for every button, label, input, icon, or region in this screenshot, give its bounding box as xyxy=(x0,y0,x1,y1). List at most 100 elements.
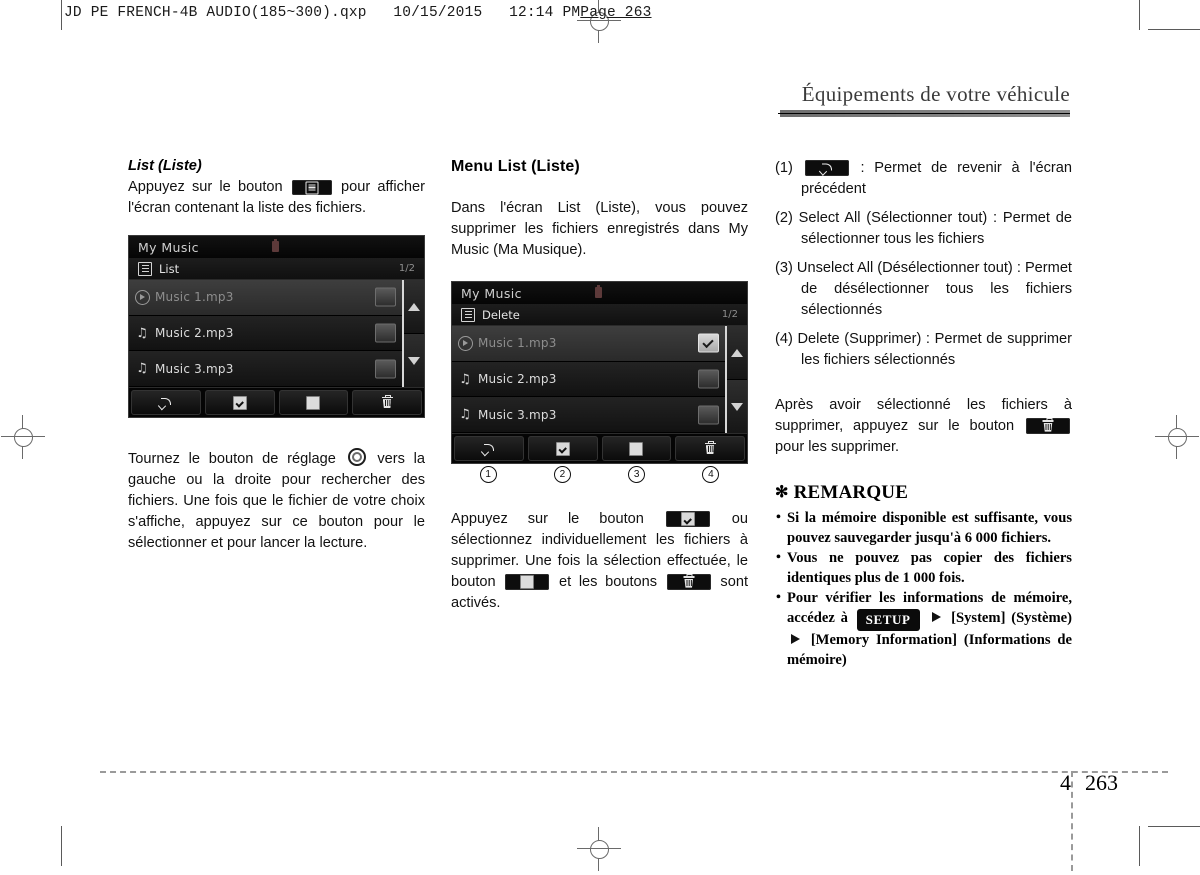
screenshot-delete-body: Music 1.mp3 ♫ Music 2.mp3 ♫ Music 3.mp3 xyxy=(452,326,747,434)
screenshot-delete-subbar: Delete 1/2 xyxy=(452,304,747,326)
list-item[interactable]: ♫ Music 3.mp3 xyxy=(452,397,725,434)
select-all-icon xyxy=(555,441,570,456)
select-all-button[interactable] xyxy=(527,436,598,461)
screenshot-delete-subtitle: Delete xyxy=(482,307,520,322)
col1-heading: List (Liste) xyxy=(128,158,202,174)
row-checkbox[interactable] xyxy=(698,405,719,425)
screenshot-delete-title: My Music xyxy=(461,285,522,301)
play-icon xyxy=(129,289,155,305)
row-checkbox[interactable] xyxy=(375,287,396,307)
rotary-knob-icon xyxy=(347,448,366,466)
unselect-all-button[interactable] xyxy=(278,390,349,415)
back-button[interactable] xyxy=(454,436,524,461)
col3-item-4-text: Delete (Supprimer) : Permet de supprimer… xyxy=(797,331,1072,368)
unselect-all-icon xyxy=(306,395,321,410)
col2-heading: Menu List (Liste) xyxy=(451,158,580,175)
arrow-down-icon xyxy=(731,402,743,411)
row-checkbox[interactable] xyxy=(375,323,396,343)
list-item[interactable]: Music 1.mp3 xyxy=(129,280,402,316)
usb-icon xyxy=(272,239,279,252)
screenshot-list-subtitle: List xyxy=(159,261,180,276)
row-checkbox-checked[interactable] xyxy=(698,333,719,353)
arrow-right-icon xyxy=(791,634,800,644)
col2-para2-text-a: Appuyez sur le bouton xyxy=(451,511,644,527)
running-head: Équipements de votre véhicule xyxy=(780,82,1070,117)
delete-button-icon xyxy=(666,574,711,590)
screenshot-delete-page-indicator: 1/2 xyxy=(721,309,738,320)
list-button-icon xyxy=(291,180,332,195)
back-button[interactable] xyxy=(131,390,201,415)
scrollbar[interactable] xyxy=(402,280,424,387)
screenshot-list-page-indicator: 1/2 xyxy=(398,263,415,274)
scroll-down-button[interactable] xyxy=(727,380,747,433)
col3-item-2: (2) Select All (Sélectionner tout) : Per… xyxy=(775,208,1072,250)
col1-paragraph-2: Tournez le bouton de réglage vers la gau… xyxy=(128,448,425,554)
arrow-up-icon xyxy=(408,302,420,311)
remark3-text-c: [Memory Information] (Informations de mé… xyxy=(787,632,1072,668)
unselect-all-button-icon xyxy=(505,574,550,590)
play-icon xyxy=(452,335,478,351)
back-button-icon xyxy=(804,160,849,176)
callout-2: 2 xyxy=(553,466,571,483)
crop-mark-bottom-right-v xyxy=(1139,826,1140,866)
delete-button[interactable] xyxy=(352,390,422,415)
asterisk-icon: ✻ xyxy=(775,484,789,501)
delete-icon xyxy=(381,394,393,409)
list-item[interactable]: Music 1.mp3 xyxy=(452,326,725,362)
list-item[interactable]: ♫ Music 3.mp3 xyxy=(129,351,402,388)
remark-item-setup: Pour vérifier les informations de mémoir… xyxy=(775,588,1072,670)
select-all-icon xyxy=(232,395,247,410)
column-right: (1) : Permet de revenir à l'écran précéd… xyxy=(775,158,1072,671)
registration-mark-bottom xyxy=(577,827,621,871)
col2-paragraph-2: Appuyez sur le bouton ou sélectionnez in… xyxy=(451,509,748,614)
list-icon xyxy=(138,261,152,276)
delete-button[interactable] xyxy=(675,436,745,461)
col3-paragraph: Après avoir sélectionné les fichiers à s… xyxy=(775,395,1072,458)
registration-mark-left xyxy=(1,415,45,459)
col1-para1-text-a: Appuyez sur le bouton xyxy=(128,179,283,195)
scroll-up-button[interactable] xyxy=(727,326,747,380)
screenshot-delete-buttonbar xyxy=(452,433,747,463)
unselect-all-button[interactable] xyxy=(601,436,672,461)
col2-paragraph-1: Dans l'écran List (Liste), vous pouvez s… xyxy=(451,200,748,258)
footer-divider xyxy=(100,771,1168,773)
remark-item: Si la mémoire disponible est suffisante,… xyxy=(775,508,1072,548)
screenshot-delete-rows: Music 1.mp3 ♫ Music 2.mp3 ♫ Music 3.mp3 xyxy=(452,326,725,434)
crop-mark-top-right-h xyxy=(1148,29,1200,30)
list-item-label: Music 2.mp3 xyxy=(478,372,557,386)
scroll-down-button[interactable] xyxy=(404,334,424,387)
imprint-page-label: Page 263 xyxy=(580,5,652,21)
screenshot-list-body: Music 1.mp3 ♫ Music 2.mp3 ♫ Music 3.mp3 xyxy=(129,280,424,388)
music-note-icon: ♫ xyxy=(459,371,471,387)
running-head-title: Équipements de votre véhicule xyxy=(801,82,1070,106)
row-checkbox[interactable] xyxy=(698,369,719,389)
unselect-all-icon xyxy=(629,441,644,456)
column-middle: Menu List (Liste) Dans l'écran List (Lis… xyxy=(451,158,748,614)
column-left: List (Liste) Appuyez sur le bouton pour … xyxy=(128,158,425,554)
screenshot-list-buttonbar xyxy=(129,387,424,417)
list-item-label: Music 1.mp3 xyxy=(155,290,234,305)
chapter-number: 4 xyxy=(1060,770,1071,795)
list-item[interactable]: ♫ Music 2.mp3 xyxy=(129,315,402,352)
select-all-button-icon xyxy=(665,511,710,527)
screenshot-list-titlebar: My Music xyxy=(129,236,424,258)
setup-button-icon: SETUP xyxy=(856,608,920,631)
scrollbar[interactable] xyxy=(725,326,747,433)
back-icon xyxy=(482,443,496,454)
arrow-up-icon xyxy=(731,348,743,357)
col3-item-4: (4) Delete (Supprimer) : Permet de suppr… xyxy=(775,329,1072,371)
list-item-label: Music 2.mp3 xyxy=(155,326,234,340)
col1-paragraph-1: Appuyez sur le bouton pour afficher l'éc… xyxy=(128,177,425,219)
music-note-icon: ♫ xyxy=(136,325,148,341)
crop-mark-bottom-right-h xyxy=(1148,826,1200,827)
col3-item-3: (3) Unselect All (Désélectionner tout) :… xyxy=(775,258,1072,321)
page-number-value: 263 xyxy=(1085,770,1118,795)
select-all-button[interactable] xyxy=(204,390,275,415)
screenshot-list-subbar: List 1/2 xyxy=(129,258,424,280)
screenshot-list: My Music List 1/2 Music 1.mp3 ♫ Music 2.… xyxy=(128,235,425,418)
crop-mark-top-right-v xyxy=(1139,0,1140,30)
row-checkbox[interactable] xyxy=(375,359,396,379)
scroll-up-button[interactable] xyxy=(404,280,424,334)
list-item[interactable]: ♫ Music 2.mp3 xyxy=(452,361,725,398)
remark-heading-text: REMARQUE xyxy=(793,482,909,503)
